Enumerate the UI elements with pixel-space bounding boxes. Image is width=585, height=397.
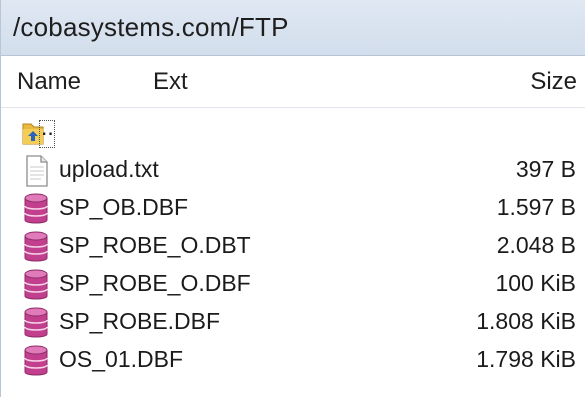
- column-name-header[interactable]: Name: [17, 68, 81, 96]
- column-ext-header[interactable]: Ext: [153, 68, 188, 96]
- file-size: 100 KiB: [495, 270, 576, 296]
- file-row[interactable]: SP_OB.DBF 1.597 B: [1, 190, 585, 226]
- file-row[interactable]: SP_ROBE_O.DBT 2.048 B: [1, 228, 585, 264]
- file-row[interactable]: upload.txt 397 B: [1, 152, 585, 188]
- file-row[interactable]: SP_ROBE.DBF 1.808 KiB: [1, 304, 585, 340]
- file-size: 397 B: [515, 156, 576, 182]
- file-size: 1.597 B: [496, 194, 576, 220]
- text-file-icon: [21, 154, 53, 188]
- database-file-icon: [21, 192, 53, 226]
- file-name: SP_ROBE.DBF: [59, 308, 221, 334]
- file-size: 1.808 KiB: [476, 308, 576, 334]
- file-name: upload.txt: [59, 156, 159, 182]
- column-header: Name Ext Size: [1, 56, 585, 108]
- current-path: /cobasystems.com/FTP: [13, 12, 289, 42]
- column-size-header[interactable]: Size: [530, 68, 577, 96]
- file-panel: /cobasystems.com/FTP Name Ext Size .. up…: [0, 0, 585, 397]
- database-file-icon: [21, 268, 53, 302]
- path-bar[interactable]: /cobasystems.com/FTP: [1, 0, 585, 56]
- database-file-icon: [21, 344, 53, 378]
- database-file-icon: [21, 230, 53, 264]
- file-name: OS_01.DBF: [59, 346, 183, 372]
- parent-directory-row[interactable]: ..: [1, 114, 585, 150]
- parent-directory-label: ..: [41, 114, 54, 140]
- file-size: 2.048 B: [496, 232, 576, 258]
- file-name: SP_ROBE_O.DBT: [59, 232, 251, 258]
- file-name: SP_ROBE_O.DBF: [59, 270, 251, 296]
- database-file-icon: [21, 306, 53, 340]
- file-name: SP_OB.DBF: [59, 194, 189, 220]
- file-row[interactable]: SP_ROBE_O.DBF 100 KiB: [1, 266, 585, 302]
- file-size: 1.798 KiB: [476, 346, 576, 372]
- file-row[interactable]: OS_01.DBF 1.798 KiB: [1, 342, 585, 378]
